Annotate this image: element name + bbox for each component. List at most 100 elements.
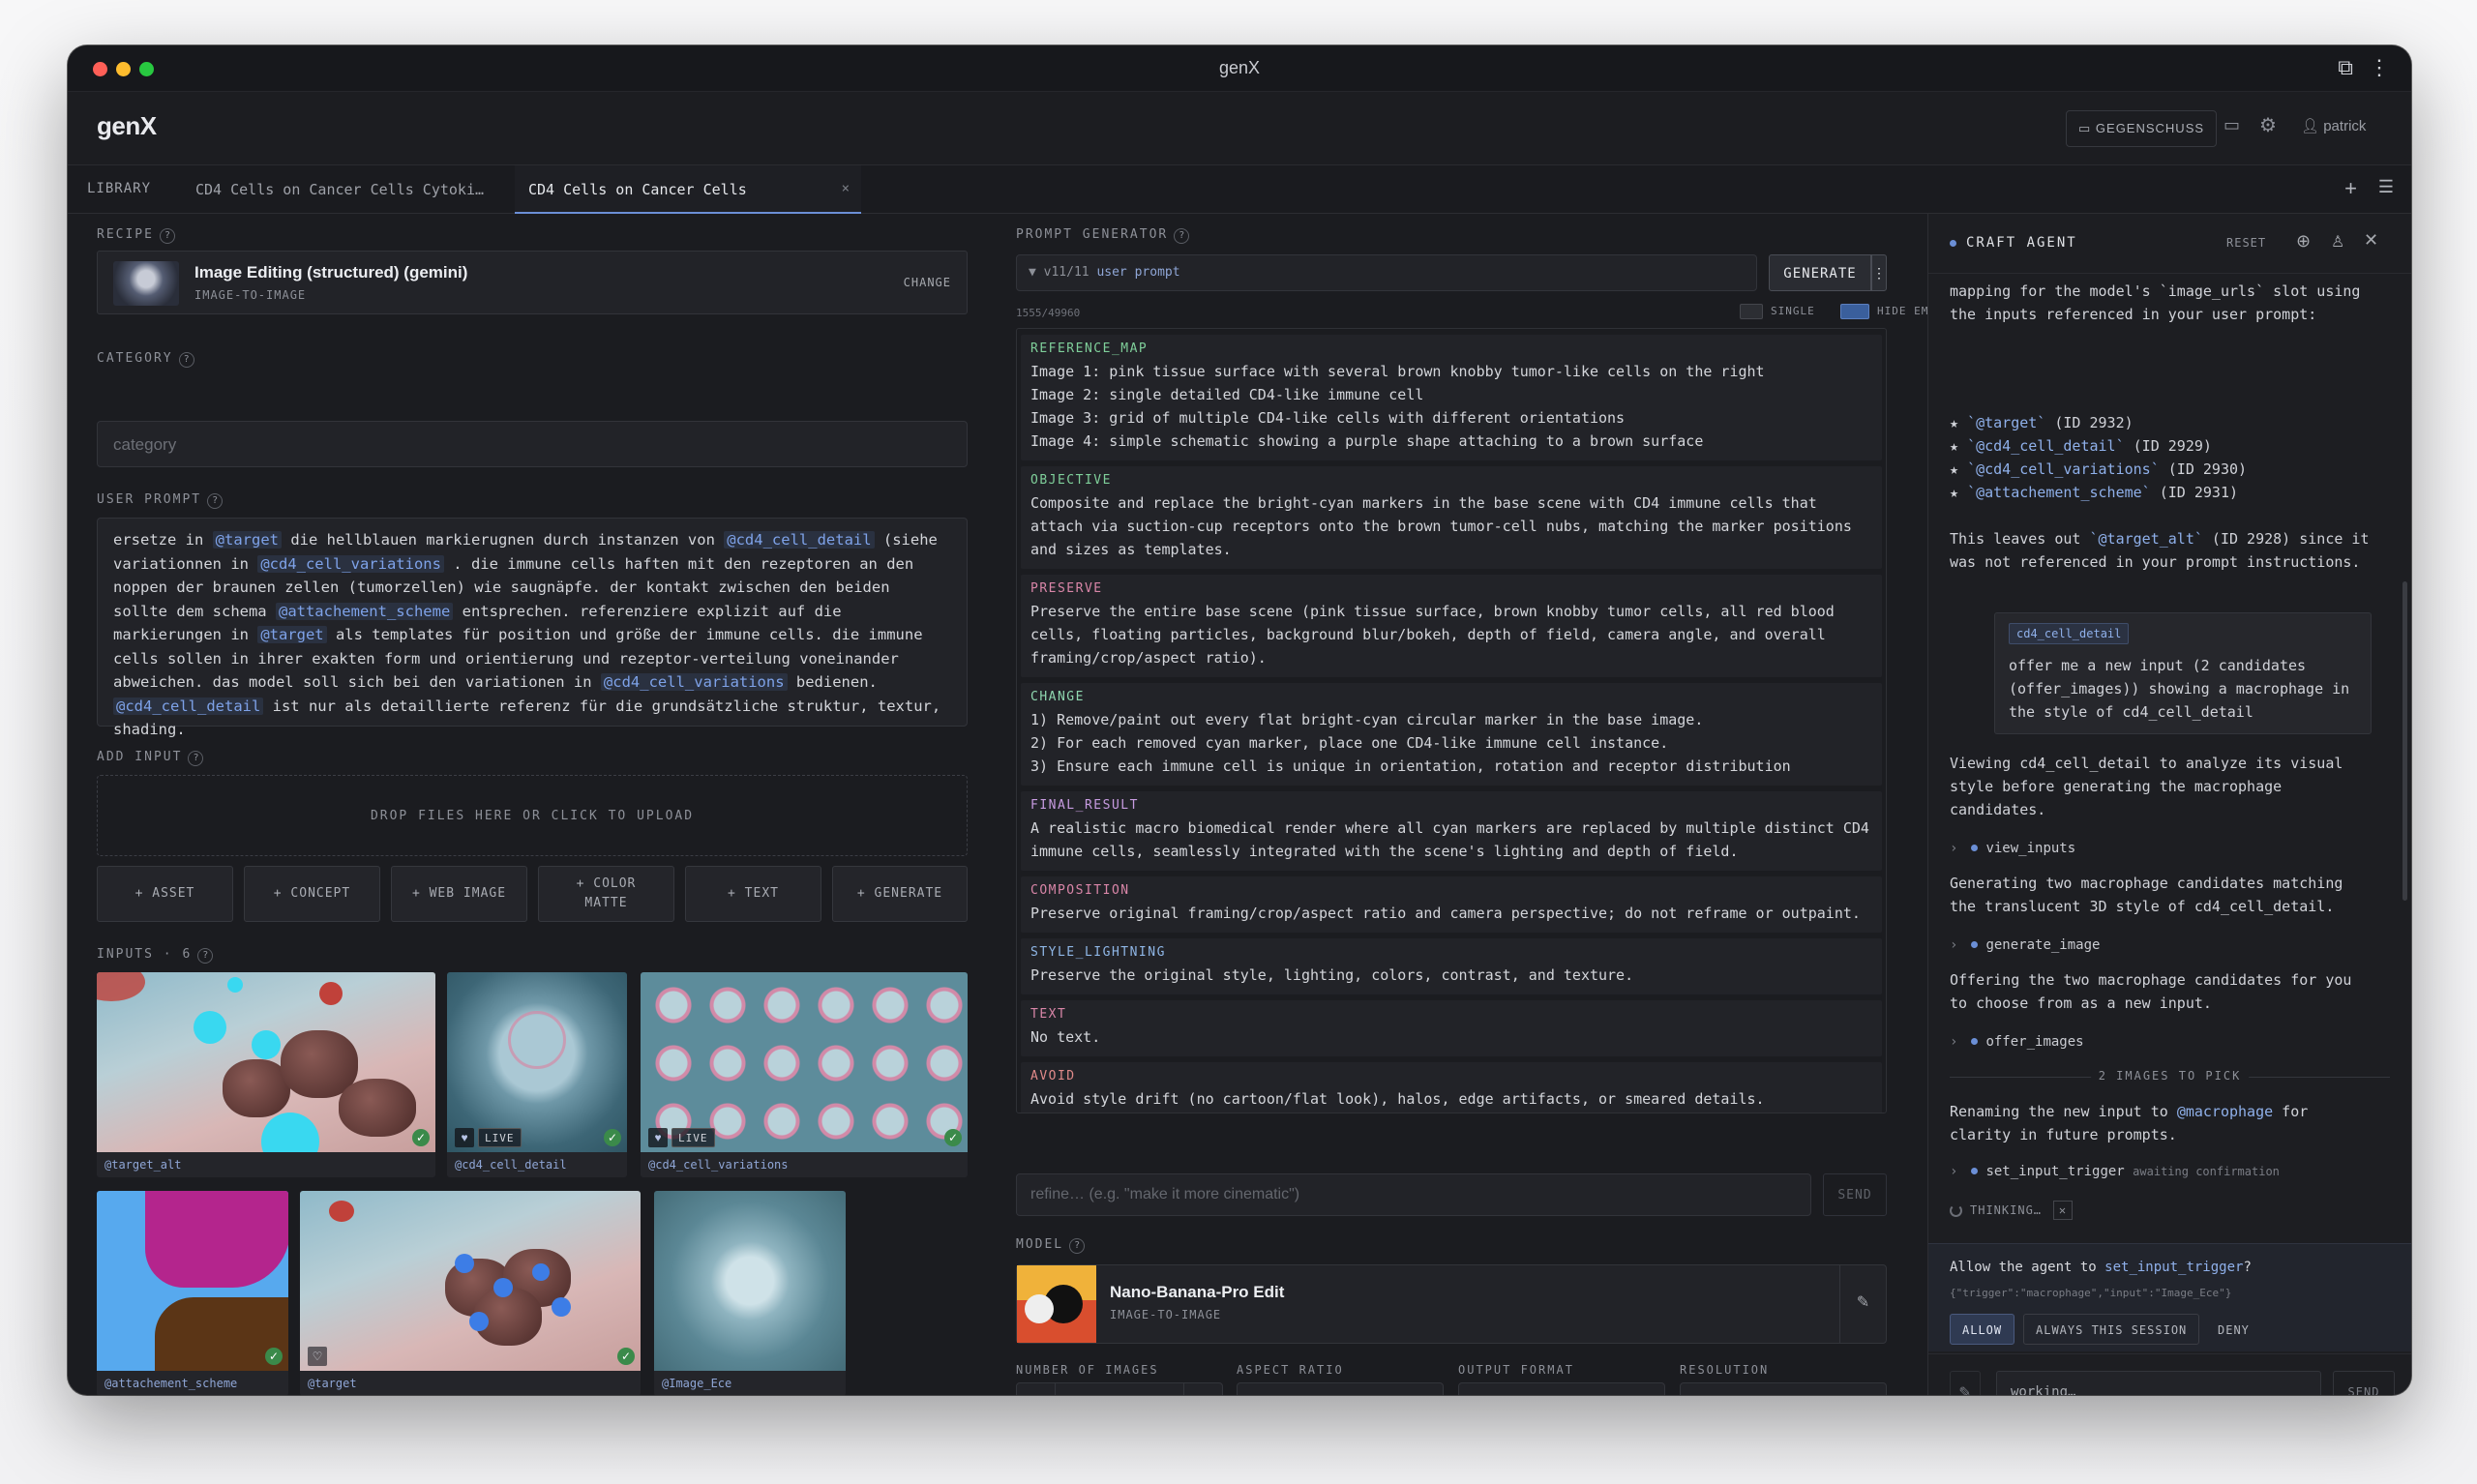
close-panel-icon[interactable]: ✕ [2364,230,2378,251]
input-reference[interactable]: `@target` [1967,414,2045,431]
num-images-stepper[interactable]: – 1 + [1016,1382,1223,1395]
output-format-select[interactable]: png⌄ [1458,1382,1665,1395]
prompt-mention[interactable]: @cd4_cell_detail [113,697,264,715]
input-reference[interactable]: @macrophage [2177,1103,2273,1120]
always-this-session-button[interactable]: ALWAYS THIS SESSION [2023,1314,2200,1345]
input-reference[interactable]: `@target_alt` [2090,530,2203,548]
globe-icon[interactable]: ⊕ [2296,231,2311,252]
help-icon[interactable]: ? [1069,1238,1086,1254]
num-images-value[interactable]: 1 [1056,1394,1183,1395]
single-toggle[interactable]: SINGLE [1740,304,1815,319]
input-reference[interactable]: `@cd4_cell_detail` [1967,437,2125,455]
selected-check-icon[interactable]: ✓ [604,1129,621,1146]
add-web-image-button[interactable]: + WEB IMAGE [391,866,527,922]
input-thumbnail[interactable]: ✓ @target_alt [97,972,435,1177]
tool-call-generate-image[interactable]: › generate_image [1950,937,2100,953]
help-icon[interactable]: ? [159,228,175,244]
aspect-ratio-select[interactable]: auto⌄ [1237,1382,1444,1395]
tab-list-icon[interactable]: ☰ [2378,177,2394,197]
prompt-section[interactable]: REFERENCE_MAP Image 1: pink tissue surfac… [1021,335,1882,460]
images-to-pick-divider[interactable]: 2 IMAGES TO PICK [1950,1069,2390,1084]
agent-scrollbar[interactable] [2402,581,2407,901]
refine-send-button[interactable]: SEND [1823,1173,1887,1216]
allow-button[interactable]: ALLOW [1950,1314,2015,1345]
recipe-card[interactable]: Image Editing (structured) (gemini) IMAG… [97,251,968,314]
prompt-mention[interactable]: @cd4_cell_variations [257,554,444,573]
resolution-select[interactable]: 1K⌄ [1680,1382,1887,1395]
input-thumbnail[interactable]: ♡ ✓ @target [300,1191,641,1395]
prompt-section[interactable]: AVOID Avoid style drift (no cartoon/flat … [1021,1062,1882,1113]
add-generate-button[interactable]: + GENERATE [832,866,968,922]
prompt-section[interactable]: OBJECTIVE Composite and replace the brigh… [1021,466,1882,569]
generate-button[interactable]: GENERATE [1769,254,1871,291]
selected-check-icon[interactable]: ✓ [412,1129,430,1146]
add-text-button[interactable]: + TEXT [685,866,821,922]
agent-message-input[interactable]: working… [1996,1371,2321,1395]
app-logo[interactable]: genX [97,111,157,141]
favorite-heart-outline-icon[interactable]: ♡ [308,1347,327,1366]
new-tab-icon[interactable]: + [2344,176,2357,201]
agent-reset-button[interactable]: RESET [2226,236,2266,250]
file-dropzone[interactable]: DROP FILES HERE OR CLICK TO UPLOAD [97,775,968,856]
help-icon[interactable]: ? [197,948,214,964]
more-menu-icon[interactable]: ⋮ [2369,55,2390,80]
add-concept-button[interactable]: + CONCEPT [244,866,380,922]
selected-check-icon[interactable]: ✓ [944,1129,962,1146]
change-recipe-button[interactable]: CHANGE [904,276,951,289]
prompt-mention[interactable]: @attachement_scheme [275,602,454,620]
help-icon[interactable]: ? [188,751,204,766]
category-input[interactable]: category [97,421,968,467]
input-thumbnail[interactable]: @Image_Ece [654,1191,846,1395]
deny-button[interactable]: DENY [2205,1314,2262,1345]
tab-close-icon[interactable]: × [842,181,850,196]
prompt-section[interactable]: STYLE_LIGHTNING Preserve the original sty… [1021,938,1882,994]
input-chip[interactable]: cd4_cell_detail [2009,623,2130,644]
project-button[interactable]: ▭ GEGENSCHUSS [2066,110,2218,147]
prompt-section[interactable]: COMPOSITION Preserve original framing/cro… [1021,876,1882,933]
model-card[interactable]: Nano-Banana-Pro Edit IMAGE-TO-IMAGE ✎ [1016,1264,1887,1344]
favorite-heart-icon[interactable]: ♥ [455,1128,474,1147]
tab-cytokines[interactable]: CD4 Cells on Cancer Cells Cytoki…× [184,165,561,214]
settings-gear-icon[interactable]: ⚙ [2259,113,2277,137]
favorite-heart-icon[interactable]: ♥ [648,1128,668,1147]
prompt-section[interactable]: CHANGE 1) Remove/paint out every flat bri… [1021,683,1882,786]
prompt-section[interactable]: TEXT No text. [1021,1000,1882,1056]
prompt-mention[interactable]: @target [257,626,327,643]
monitor-icon[interactable]: ▭ [2223,115,2240,135]
hide-empty-toggle-switch[interactable] [1840,304,1869,319]
selected-check-icon[interactable]: ✓ [265,1348,283,1365]
input-thumbnail[interactable]: ✓ @attachement_scheme [97,1191,288,1395]
input-reference[interactable]: `@attachement_scheme` [1967,484,2151,501]
help-icon[interactable]: ? [207,493,224,509]
prompt-mention[interactable]: @target [212,531,282,549]
prompt-mention[interactable]: @cd4_cell_variations [600,673,788,691]
prompt-mention[interactable]: @cd4_cell_detail [724,531,875,549]
tool-call-offer-images[interactable]: › offer_images [1950,1034,2084,1050]
decrement-button[interactable]: – [1017,1383,1056,1395]
tab-cd4-cells[interactable]: CD4 Cells on Cancer Cells × [515,165,861,214]
add-color-matte-button[interactable]: + COLOR MATTE [538,866,674,922]
generate-options-icon[interactable]: ⋮ [1871,254,1887,291]
user-menu[interactable]: 👤︎ patrick [2301,117,2366,134]
person-icon[interactable]: ♙ [2331,232,2344,252]
tool-call-view-inputs[interactable]: › view_inputs [1950,841,2075,856]
tab-library[interactable]: LIBRARY [87,165,174,214]
help-icon[interactable]: ? [178,352,194,368]
user-prompt-editor[interactable]: ersetze in @target die hellblauen markie… [97,518,968,738]
agent-send-button[interactable]: SEND [2333,1371,2395,1395]
attach-pencil-icon[interactable]: ✎ [1950,1371,1981,1395]
version-selector[interactable]: ▼ v11/11 user prompt [1016,254,1757,291]
prompt-section[interactable]: PRESERVE Preserve the entire base scene (… [1021,575,1882,677]
extensions-icon[interactable]: ⧉ [2338,55,2353,80]
tool-call-set-input-trigger[interactable]: › set_input_trigger awaiting confirmation [1950,1164,2280,1179]
input-reference[interactable]: `@cd4_cell_variations` [1967,460,2160,478]
selected-check-icon[interactable]: ✓ [617,1348,635,1365]
edit-model-pencil-icon[interactable]: ✎ [1839,1265,1886,1343]
user-prompt-text[interactable]: ersetze in @target die hellblauen markie… [113,528,951,742]
prompt-section[interactable]: FINAL_RESULT A realistic macro biomedical… [1021,791,1882,871]
stop-thinking-icon[interactable]: ✕ [2053,1201,2074,1220]
input-thumbnail[interactable]: ♥ LIVE ✓ @cd4_cell_detail [447,972,627,1177]
add-asset-button[interactable]: + ASSET [97,866,233,922]
help-icon[interactable]: ? [1174,228,1190,244]
single-toggle-switch[interactable] [1740,304,1763,319]
